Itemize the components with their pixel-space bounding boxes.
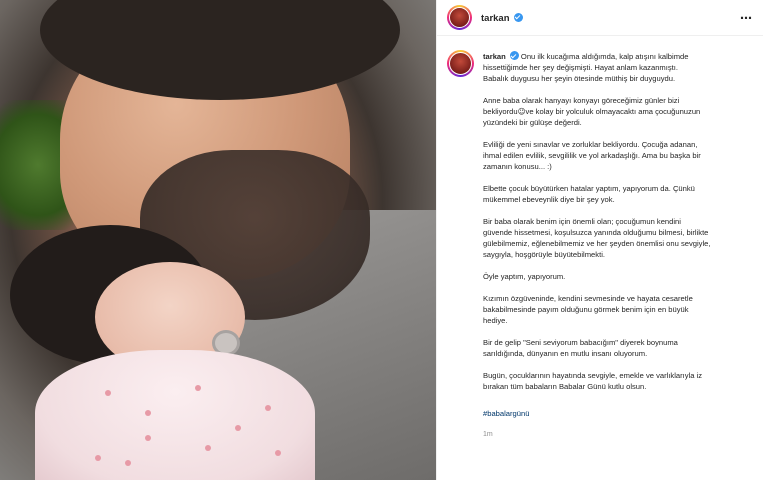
caption-text: tarkan Onu ilk kucağıma aldığımda, kalp … <box>483 50 753 392</box>
username-text[interactable]: tarkan <box>481 13 510 24</box>
post-timestamp: 1m <box>483 431 493 438</box>
verified-badge-icon <box>509 51 519 60</box>
caption-paragraph: Elbette çocuk büyütürken hatalar yaptım,… <box>483 184 695 204</box>
post-photo[interactable] <box>0 0 436 480</box>
avatar[interactable] <box>447 5 472 30</box>
caption-paragraph: Anne baba olarak hanyayı konyayı göreceğ… <box>483 96 701 127</box>
caption-paragraph: Evliliği de yeni sınavlar ve zorluklar b… <box>483 140 701 171</box>
caption-paragraph: Bugün, çocuklarının hayatında sevgiyle, … <box>483 371 703 391</box>
caption-paragraph: Bir baba olarak benim için önemli olan; … <box>483 217 711 259</box>
post-header: tarkan ⋯ <box>437 0 763 36</box>
header-username[interactable]: tarkan <box>481 12 523 24</box>
caption-paragraph: Kızımın özgüveninde, kendini sevmesinde … <box>483 294 693 325</box>
more-options-icon[interactable]: ⋯ <box>740 11 753 25</box>
avatar-image <box>449 7 470 28</box>
caption-username[interactable]: tarkan <box>483 52 506 61</box>
caption-paragraph: Bir de gelip "Seni seviyorum babacığım" … <box>483 338 678 358</box>
baby-outfit <box>35 350 315 480</box>
avatar-image <box>449 52 472 75</box>
caption-body: tarkan Onu ilk kucağıma aldığımda, kalp … <box>483 50 753 438</box>
caption-paragraph: tarkan Onu ilk kucağıma aldığımda, kalp … <box>483 50 753 84</box>
caption-paragraph: Öyle yaptım, yapıyorum. <box>483 272 566 281</box>
caption: tarkan Onu ilk kucağıma aldığımda, kalp … <box>437 36 763 438</box>
caption-avatar[interactable] <box>447 50 474 77</box>
hashtag-link[interactable]: #babalargünü <box>483 409 529 418</box>
post-side-panel: tarkan ⋯ tarkan Onu ilk kucağıma aldığım… <box>436 0 763 480</box>
verified-badge-icon <box>513 12 523 22</box>
